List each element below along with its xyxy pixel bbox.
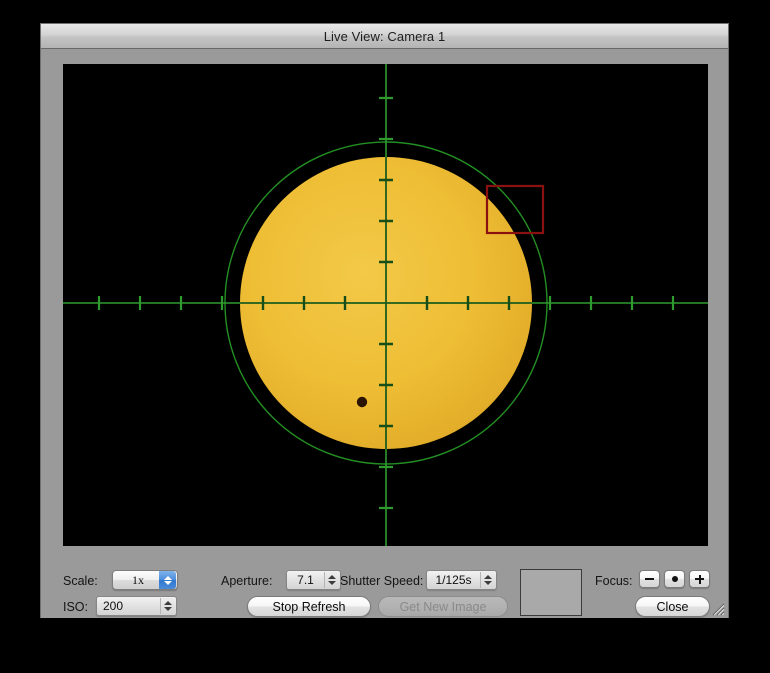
control-bar: Scale: 1x ISO: 200 Aperture: 7.1 Shutter…: [41, 546, 728, 618]
chevron-down-icon: [163, 580, 172, 585]
aperture-stepper[interactable]: 7.1: [286, 570, 341, 590]
plus-icon: [695, 574, 704, 584]
chevron-up-icon: [163, 601, 172, 605]
iso-label: ISO:: [63, 600, 89, 614]
shutter-speed-stepper[interactable]: 1/125s: [426, 570, 497, 590]
window-titlebar[interactable]: Live View: Camera 1: [41, 24, 728, 49]
focus-reset-button[interactable]: [664, 570, 685, 588]
close-button[interactable]: Close: [635, 596, 710, 617]
aperture-stepper-arrows[interactable]: [324, 572, 338, 588]
shutter-speed-label: Shutter Speed:: [340, 574, 424, 588]
chevron-down-icon: [327, 581, 336, 585]
aperture-label: Aperture:: [221, 574, 273, 588]
live-image-view[interactable]: [63, 64, 708, 546]
focus-label: Focus:: [595, 574, 633, 588]
stop-refresh-button[interactable]: Stop Refresh: [247, 596, 371, 617]
live-image-canvas[interactable]: [63, 64, 708, 546]
chevron-up-icon: [483, 575, 492, 579]
scale-stepper-arrows[interactable]: [159, 571, 176, 589]
iso-stepper-arrows[interactable]: [160, 598, 174, 614]
preview-thumbnail[interactable]: [520, 569, 582, 616]
transit-dot: [356, 396, 368, 408]
window-title: Live View: Camera 1: [323, 28, 446, 44]
scale-label: Scale:: [63, 574, 98, 588]
resize-grip-icon[interactable]: [710, 601, 725, 616]
scale-popup-button[interactable]: 1x: [112, 570, 178, 590]
live-view-window: Live View: Camera 1 Scale: 1x ISO: 200 A…: [40, 23, 729, 618]
get-new-image-button[interactable]: Get New Image: [378, 596, 508, 617]
focus-out-button[interactable]: [639, 570, 660, 588]
focus-in-button[interactable]: [689, 570, 710, 588]
shutter-speed-stepper-arrows[interactable]: [480, 572, 494, 588]
minus-icon: [645, 578, 654, 580]
chevron-up-icon: [163, 575, 172, 580]
screen-root: Live View: Camera 1 Scale: 1x ISO: 200 A…: [0, 0, 770, 673]
dot-icon: [671, 576, 678, 582]
iso-stepper[interactable]: 200: [96, 596, 177, 616]
chevron-up-icon: [327, 575, 336, 579]
chevron-down-icon: [163, 607, 172, 611]
chevron-down-icon: [483, 581, 492, 585]
